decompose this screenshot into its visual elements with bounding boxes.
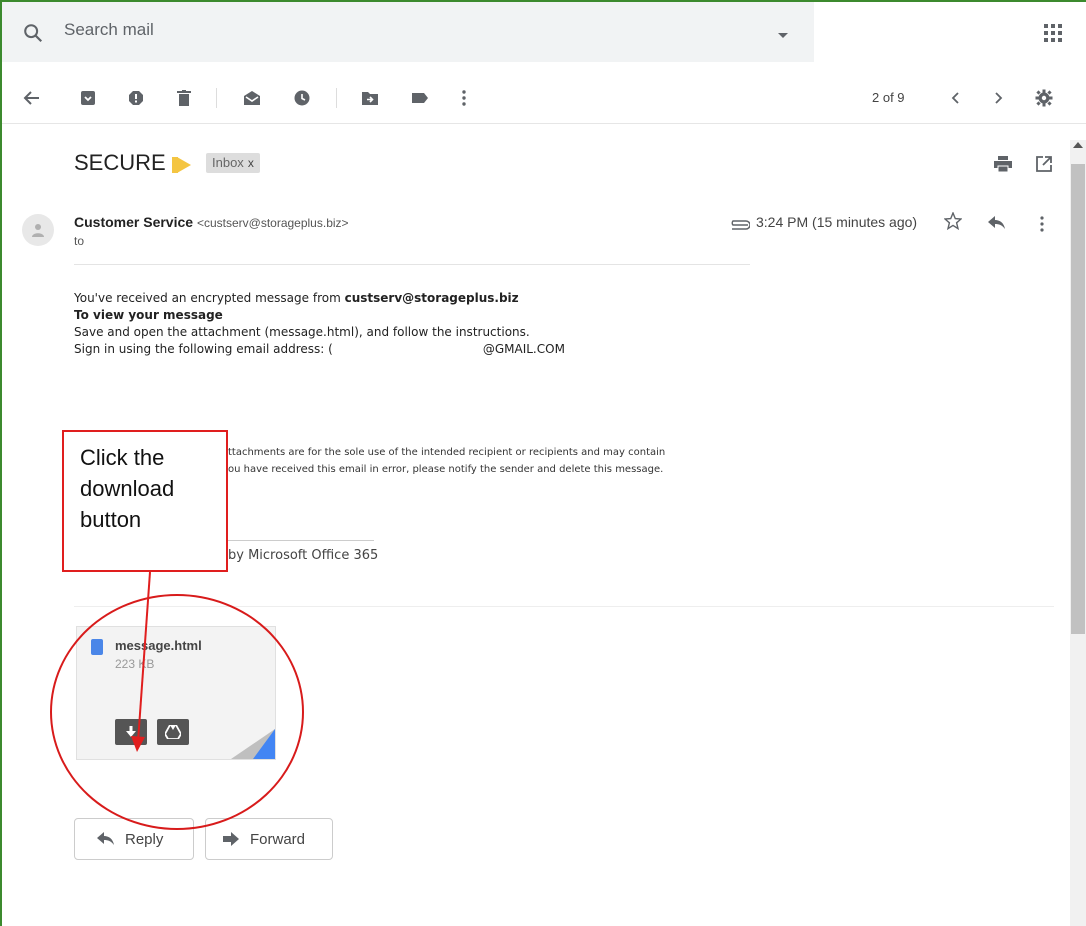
- scrollbar[interactable]: [1070, 140, 1086, 926]
- scroll-up-icon[interactable]: [1073, 142, 1083, 148]
- scrollbar-thumb[interactable]: [1071, 164, 1085, 634]
- annotation-arrow: [131, 571, 151, 752]
